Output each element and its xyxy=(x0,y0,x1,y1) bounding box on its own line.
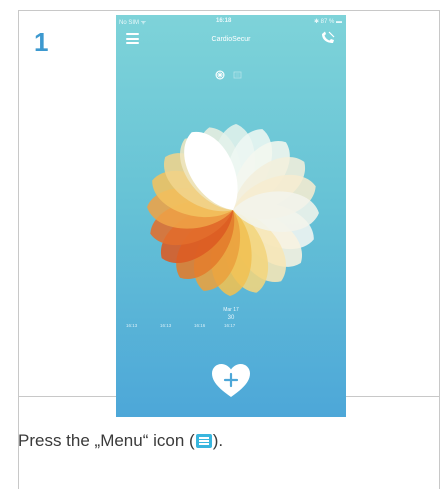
status-battery: ✱ 87 % ▬ xyxy=(313,19,342,25)
timeline: Mar 17 30 16:13 16:13 16:16 16:17 xyxy=(116,307,346,347)
timeline-tick: 16:17 xyxy=(224,323,236,328)
heart-plus-icon[interactable] xyxy=(212,364,250,398)
phone-screenshot: No SIM ᯤ 16:18 ✱ 87 % ▬ CardioSecur Mar … xyxy=(116,15,346,417)
timeline-day: 30 xyxy=(227,315,235,321)
menu-icon-inline xyxy=(195,434,212,448)
ecg-flower-chart[interactable] xyxy=(133,110,333,310)
timeline-tick: 16:13 xyxy=(160,323,172,328)
instruction-text: Press the „Menu“ icon (). xyxy=(18,431,223,451)
status-time: 16:18 xyxy=(216,18,232,24)
timeline-tick: 16:13 xyxy=(126,323,138,328)
timeline-month: Mar 17 xyxy=(223,307,239,313)
status-carrier: No SIM ᯤ xyxy=(119,20,147,26)
step-number: 1 xyxy=(34,27,49,57)
phone-icon[interactable] xyxy=(320,31,336,45)
timeline-tick: 16:16 xyxy=(194,323,206,328)
instruction-before: Press the „Menu“ icon ( xyxy=(18,431,195,450)
flower-toggle-icon[interactable] xyxy=(215,70,225,80)
list-toggle-icon[interactable] xyxy=(233,71,242,79)
view-toggle xyxy=(215,70,242,80)
status-bar: No SIM ᯤ 16:18 ✱ 87 % ▬ xyxy=(116,15,346,29)
instruction-after: ). xyxy=(212,431,224,450)
app-title: CardioSecur xyxy=(211,36,251,43)
